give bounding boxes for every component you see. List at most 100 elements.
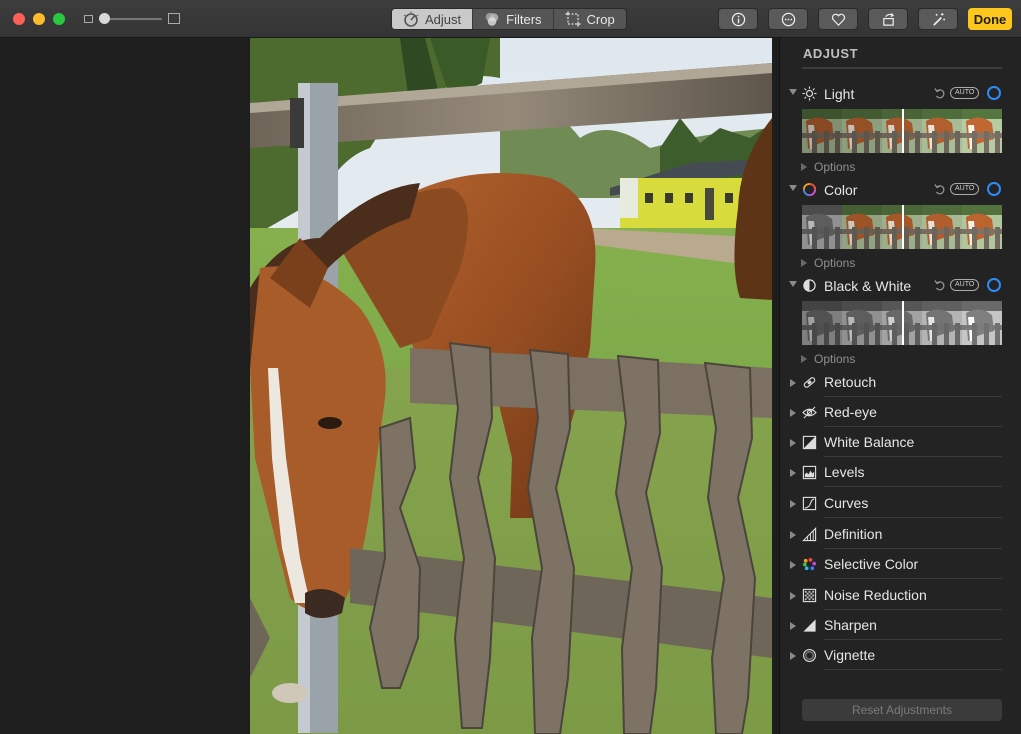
row-divider — [824, 578, 1002, 579]
preview-slider-marker[interactable] — [902, 301, 904, 345]
disclosure-collapsed-icon — [790, 379, 796, 387]
levels-icon — [802, 465, 817, 480]
preview-thumbnail[interactable] — [922, 205, 962, 249]
preview-slider-marker[interactable] — [902, 109, 904, 153]
zoom-window-button[interactable] — [53, 13, 65, 25]
black-white-options-disclosure[interactable]: Options — [801, 352, 855, 366]
definition-icon — [802, 527, 817, 542]
disclosure-collapsed-icon — [790, 531, 796, 539]
rotate-button[interactable] — [868, 8, 908, 30]
auto-button[interactable]: AUTO — [950, 279, 980, 291]
sharpen-icon — [803, 619, 816, 632]
disclosure-collapsed-icon — [790, 469, 796, 477]
zoom-slider[interactable] — [84, 12, 180, 26]
row-curves-label: Curves — [824, 495, 869, 511]
info-button[interactable] — [718, 8, 758, 30]
auto-enhance-button[interactable] — [918, 8, 958, 30]
preview-thumbnail[interactable] — [842, 205, 882, 249]
color-preview-strip[interactable] — [802, 205, 1002, 249]
disclosure-collapsed-icon — [790, 409, 796, 417]
section-color-label: Color — [824, 182, 858, 198]
heart-icon — [831, 13, 845, 26]
adjust-sidebar: ADJUST Light AUTO Options Color AUTO Opt… — [779, 38, 1021, 734]
preview-slider-marker[interactable] — [902, 205, 904, 249]
row-retouch[interactable]: Retouch — [780, 367, 1021, 397]
undo-icon[interactable] — [934, 182, 946, 196]
options-label: Options — [814, 256, 856, 270]
magic-wand-icon — [932, 12, 945, 26]
disclosure-expanded-icon[interactable] — [789, 89, 797, 95]
preview-thumbnail[interactable] — [922, 109, 962, 153]
section-black-white-label: Black & White — [824, 278, 912, 294]
color-options-disclosure[interactable]: Options — [801, 256, 856, 270]
row-noise-reduction[interactable]: Noise Reduction — [780, 580, 1021, 610]
preview-thumbnail[interactable] — [962, 205, 1002, 249]
auto-button[interactable]: AUTO — [950, 87, 980, 99]
disclosure-expanded-icon[interactable] — [789, 281, 797, 287]
disclosure-collapsed-icon — [790, 500, 796, 508]
preview-thumbnail[interactable] — [802, 205, 842, 249]
eye-icon — [802, 406, 817, 419]
row-levels-label: Levels — [824, 464, 865, 480]
enable-toggle[interactable] — [987, 278, 1001, 292]
section-color-header[interactable]: Color AUTO — [780, 179, 1021, 201]
preview-thumbnail[interactable] — [802, 109, 842, 153]
row-red-eye[interactable]: Red-eye — [780, 397, 1021, 427]
tab-filters-label: Filters — [506, 11, 542, 27]
edit-mode-segmented-control: Adjust Filters Crop — [391, 8, 627, 30]
info-icon — [731, 12, 745, 26]
options-label: Options — [814, 160, 856, 174]
disclosure-collapsed-icon — [801, 163, 807, 171]
row-white-balance[interactable]: White Balance — [780, 427, 1021, 457]
selective-color-icon — [802, 557, 817, 571]
auto-button[interactable]: AUTO — [950, 183, 980, 195]
row-divider — [824, 669, 1002, 670]
disclosure-collapsed-icon — [790, 439, 796, 447]
preview-thumbnail[interactable] — [962, 109, 1002, 153]
light-options-disclosure[interactable]: Options — [801, 160, 856, 174]
done-button[interactable]: Done — [968, 8, 1012, 30]
black-white-preview-strip[interactable] — [802, 301, 1002, 345]
row-definition-label: Definition — [824, 526, 883, 542]
row-curves[interactable]: Curves — [780, 488, 1021, 518]
tab-adjust[interactable]: Adjust — [392, 9, 474, 29]
window-toolbar: Adjust Filters Crop Done — [0, 0, 1021, 38]
row-sharpen-label: Sharpen — [824, 617, 877, 633]
preview-thumbnail[interactable] — [842, 109, 882, 153]
favorite-button[interactable] — [818, 8, 858, 30]
horse-photo[interactable] — [250, 38, 772, 734]
preview-thumbnails — [802, 109, 1002, 153]
preview-thumbnail[interactable] — [802, 301, 842, 345]
light-preview-strip[interactable] — [802, 109, 1002, 153]
enable-toggle[interactable] — [987, 86, 1001, 100]
row-sharpen[interactable]: Sharpen — [780, 610, 1021, 640]
preview-thumbnails — [802, 205, 1002, 249]
disclosure-expanded-icon[interactable] — [789, 185, 797, 191]
row-levels[interactable]: Levels — [780, 457, 1021, 487]
row-vignette[interactable]: Vignette — [780, 640, 1021, 670]
section-black-white-header[interactable]: Black & White AUTO — [780, 275, 1021, 297]
tab-adjust-label: Adjust — [425, 11, 462, 27]
section-light-header[interactable]: Light AUTO — [780, 83, 1021, 105]
preview-thumbnail[interactable] — [922, 301, 962, 345]
tab-crop[interactable]: Crop — [554, 9, 626, 29]
undo-icon[interactable] — [934, 86, 946, 100]
tab-filters[interactable]: Filters — [473, 9, 554, 29]
row-selective-color[interactable]: Selective Color — [780, 549, 1021, 579]
row-definition[interactable]: Definition — [780, 519, 1021, 549]
white-balance-icon — [802, 435, 817, 450]
close-window-button[interactable] — [13, 13, 25, 25]
minimize-window-button[interactable] — [33, 13, 45, 25]
adjust-dial-icon — [403, 11, 419, 27]
disclosure-collapsed-icon — [790, 652, 796, 660]
preview-thumbnail[interactable] — [842, 301, 882, 345]
reset-adjustments-button[interactable]: Reset Adjustments — [802, 699, 1002, 721]
curves-icon — [802, 496, 817, 511]
row-selective-color-label: Selective Color — [824, 556, 919, 572]
more-button[interactable] — [768, 8, 808, 30]
tab-crop-label: Crop — [586, 11, 615, 27]
undo-icon[interactable] — [934, 278, 946, 292]
preview-thumbnail[interactable] — [962, 301, 1002, 345]
enable-toggle[interactable] — [987, 182, 1001, 196]
zoom-slider-knob[interactable] — [99, 13, 110, 24]
